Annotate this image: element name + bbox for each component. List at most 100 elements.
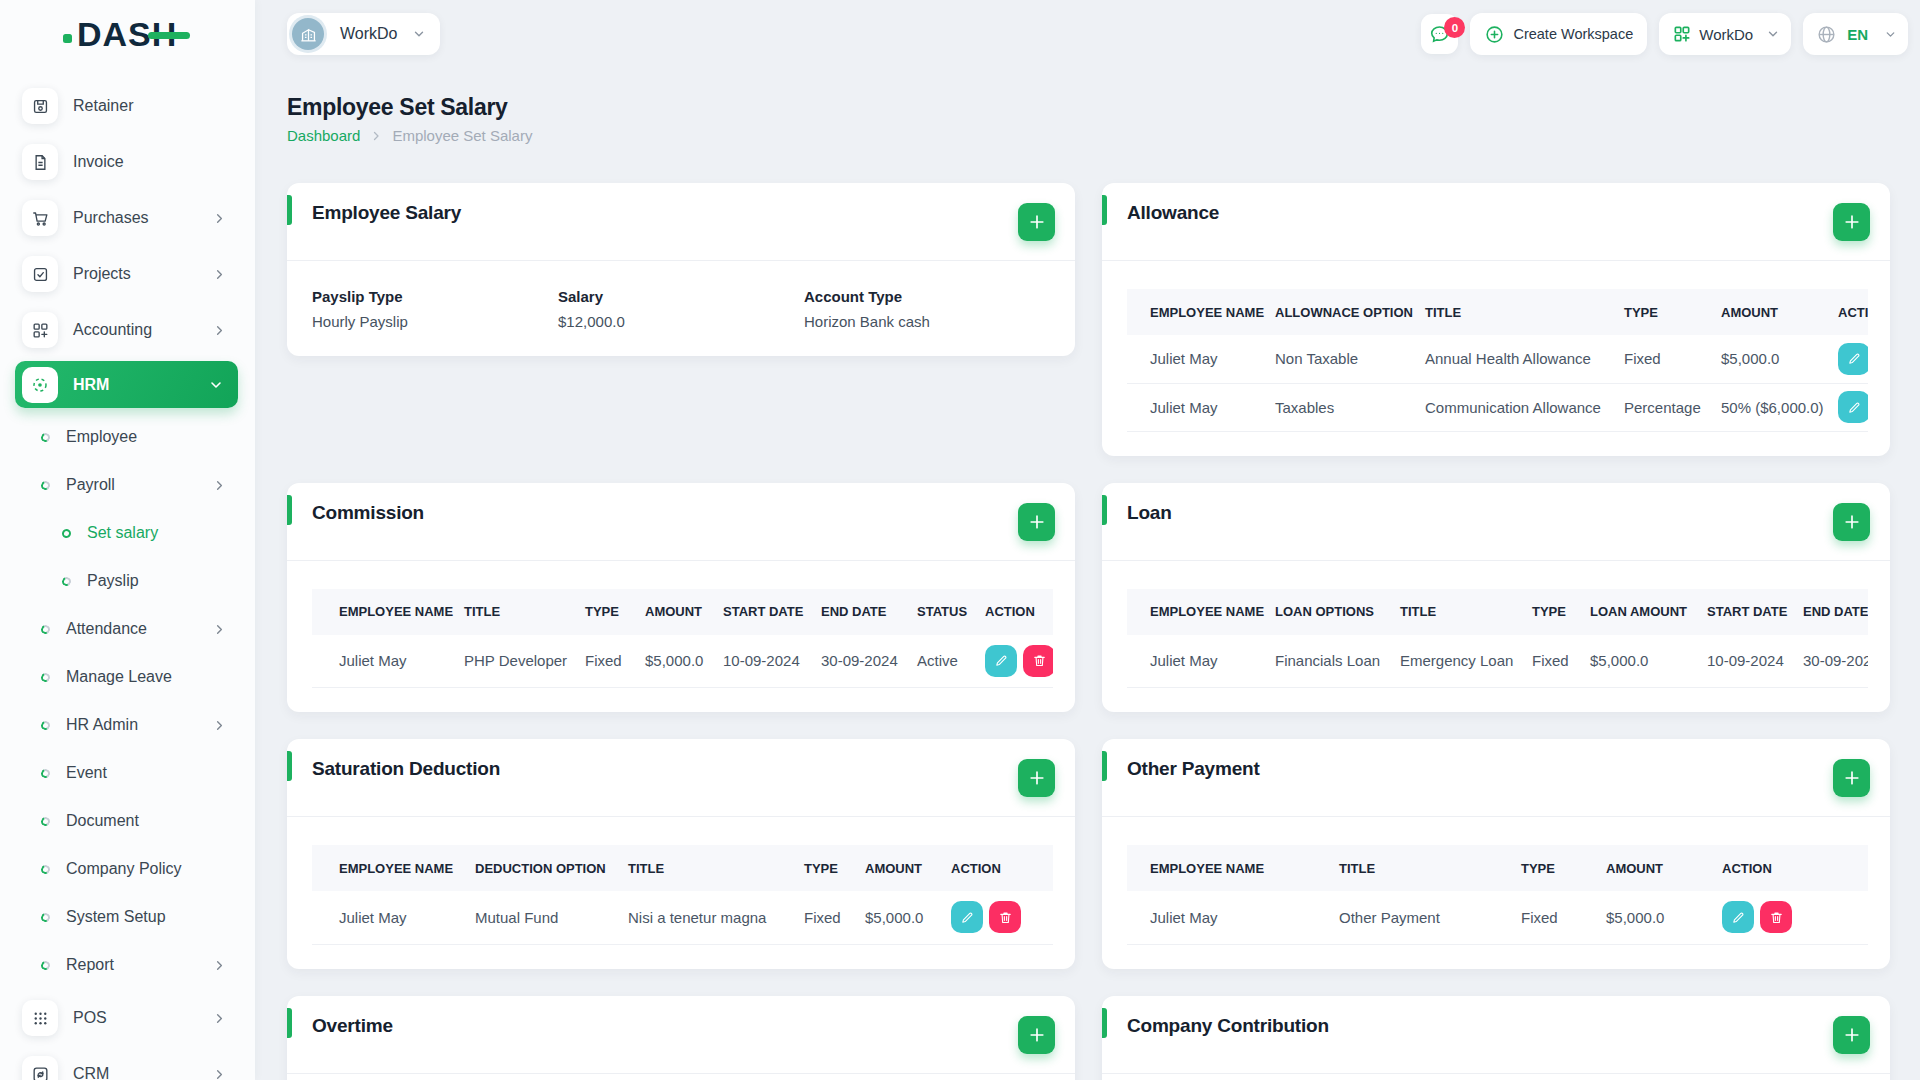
projects-icon [22,256,58,292]
bullet-icon [40,959,52,971]
chevron-down-icon [1884,28,1897,41]
sidebar-item-document[interactable]: Document [0,797,255,845]
workspace-switcher[interactable]: WorkDo [287,13,440,55]
sidebar-item-label: CRM [73,1065,109,1080]
table-cell: PHP Developer [437,635,558,688]
chevron-right-icon [212,718,227,733]
add-overtime-button[interactable] [1018,1016,1055,1054]
card-header: Allowance [1102,183,1890,261]
plus-circle-icon [1484,24,1505,45]
add-company-contribution-button[interactable] [1833,1016,1870,1054]
sidebar-item-purchases[interactable]: Purchases [22,200,255,236]
add-loan-button[interactable] [1833,503,1870,541]
table-cell: 50% ($6,000.0) [1698,383,1815,431]
sidebar-item-accounting[interactable]: Accounting [22,312,255,348]
sidebar-item-crm[interactable]: CRM [22,1056,255,1080]
chevron-down-icon [1766,27,1780,41]
column-header-employee-name: Employee Name [312,845,448,891]
breadcrumb-dashboard-link[interactable]: Dashboard [287,127,360,144]
sidebar-item-hr-admin[interactable]: HR Admin [0,701,255,749]
column-header-amount: Amount [1583,845,1699,891]
card-title: Commission [312,502,424,523]
add-employee-salary-button[interactable] [1018,203,1055,241]
sidebar-item-invoice[interactable]: Invoice [22,144,255,180]
column-header-title: Title [1377,589,1509,635]
sidebar-item-label: Accounting [73,321,152,339]
sidebar-item-projects[interactable]: Projects [22,256,255,292]
edit-button[interactable] [1838,343,1868,375]
table-cell: Emergency Loan [1377,635,1509,688]
brand-logo[interactable]: DASH [0,0,255,68]
sidebar-item-manage-leave[interactable]: Manage Leave [0,653,255,701]
language-code: EN [1847,26,1868,43]
sidebar-item-system-setup[interactable]: System Setup [0,893,255,941]
field-label: Salary [558,288,804,305]
table-cell-actions [924,891,1053,944]
sidebar-item-payroll[interactable]: Payroll [0,461,255,509]
chevron-right-icon [212,1067,227,1080]
add-commission-button[interactable] [1018,503,1055,541]
hrm-icon [22,367,58,403]
table-cell-actions [1815,335,1868,383]
column-header-amount: Amount [618,589,696,635]
sidebar-item-event[interactable]: Event [0,749,255,797]
bullet-icon [40,767,52,779]
sidebar-item-label: Payroll [66,476,115,494]
column-header-action: Action [924,845,1053,891]
column-header-title: Title [437,589,558,635]
chevron-down-icon [412,27,426,41]
column-header-action: Action [1699,845,1868,891]
logo-dash-icon [148,32,190,39]
add-saturation-deduction-button[interactable] [1018,759,1055,797]
edit-button[interactable] [951,901,983,933]
add-other-payment-button[interactable] [1833,759,1870,797]
sidebar-item-company-policy[interactable]: Company Policy [0,845,255,893]
column-header-title: Title [1402,289,1601,335]
edit-button[interactable] [1722,901,1754,933]
commission-table: Employee NameTitleTypeAmountStart DateEn… [312,589,1053,689]
sidebar-item-employee[interactable]: Employee [0,413,255,461]
table-cell: $5,000.0 [1698,335,1815,383]
topbar: WorkDo 0 Create Workspace [287,0,1908,68]
add-allowance-button[interactable] [1833,203,1870,241]
messages-button[interactable]: 0 [1421,14,1458,54]
bullet-icon [61,527,73,539]
sidebar-item-label: Manage Leave [66,668,172,686]
sidebar-item-pos[interactable]: POS [22,1000,255,1036]
sidebar-item-hrm[interactable]: HRM [15,361,238,408]
delete-button[interactable] [1023,645,1053,677]
sidebar-item-label: Retainer [73,97,133,115]
table-cell: Annual Health Allowance [1402,335,1601,383]
workspace-avatar [292,18,324,50]
table-row: Juliet MayNon TaxableAnnual Health Allow… [1127,335,1868,383]
sidebar-item-retainer[interactable]: Retainer [22,88,255,124]
plus-icon [1842,768,1862,788]
edit-button[interactable] [1838,391,1868,423]
create-workspace-button[interactable]: Create Workspace [1470,13,1647,55]
sidebar: DASH Retainer Invoice Purchases Projects Acc… [0,0,255,1080]
sidebar-item-label: Invoice [73,153,124,171]
bullet-icon [40,671,52,683]
field-label: Account Type [804,288,1050,305]
edit-button[interactable] [985,645,1017,677]
sidebar-item-set-salary[interactable]: Set salary [0,509,255,557]
card-title: Loan [1127,502,1172,523]
table-cell: Percentage [1601,383,1698,431]
sidebar-item-report[interactable]: Report [0,941,255,989]
bullet-icon [40,863,52,875]
card-title: Employee Salary [312,202,461,223]
table-cell: Juliet May [1127,335,1252,383]
crm-icon [22,1056,58,1080]
sidebar-item-attendance[interactable]: Attendance [0,605,255,653]
table-cell: $5,000.0 [1583,891,1699,944]
bullet-icon [40,815,52,827]
language-menu[interactable]: EN [1803,13,1908,55]
delete-button[interactable] [989,901,1021,933]
column-header-employee-name: Employee Name [1127,589,1252,635]
company-contribution-card: Company Contribution [1102,996,1890,1080]
column-header-action: Action [958,589,1053,635]
sidebar-item-payslip[interactable]: Payslip [0,557,255,605]
delete-button[interactable] [1760,901,1792,933]
workspace-menu[interactable]: WorkDo [1659,13,1791,55]
loan-table: Employee NameLoan OptionsTitleTypeLoan A… [1127,589,1868,689]
